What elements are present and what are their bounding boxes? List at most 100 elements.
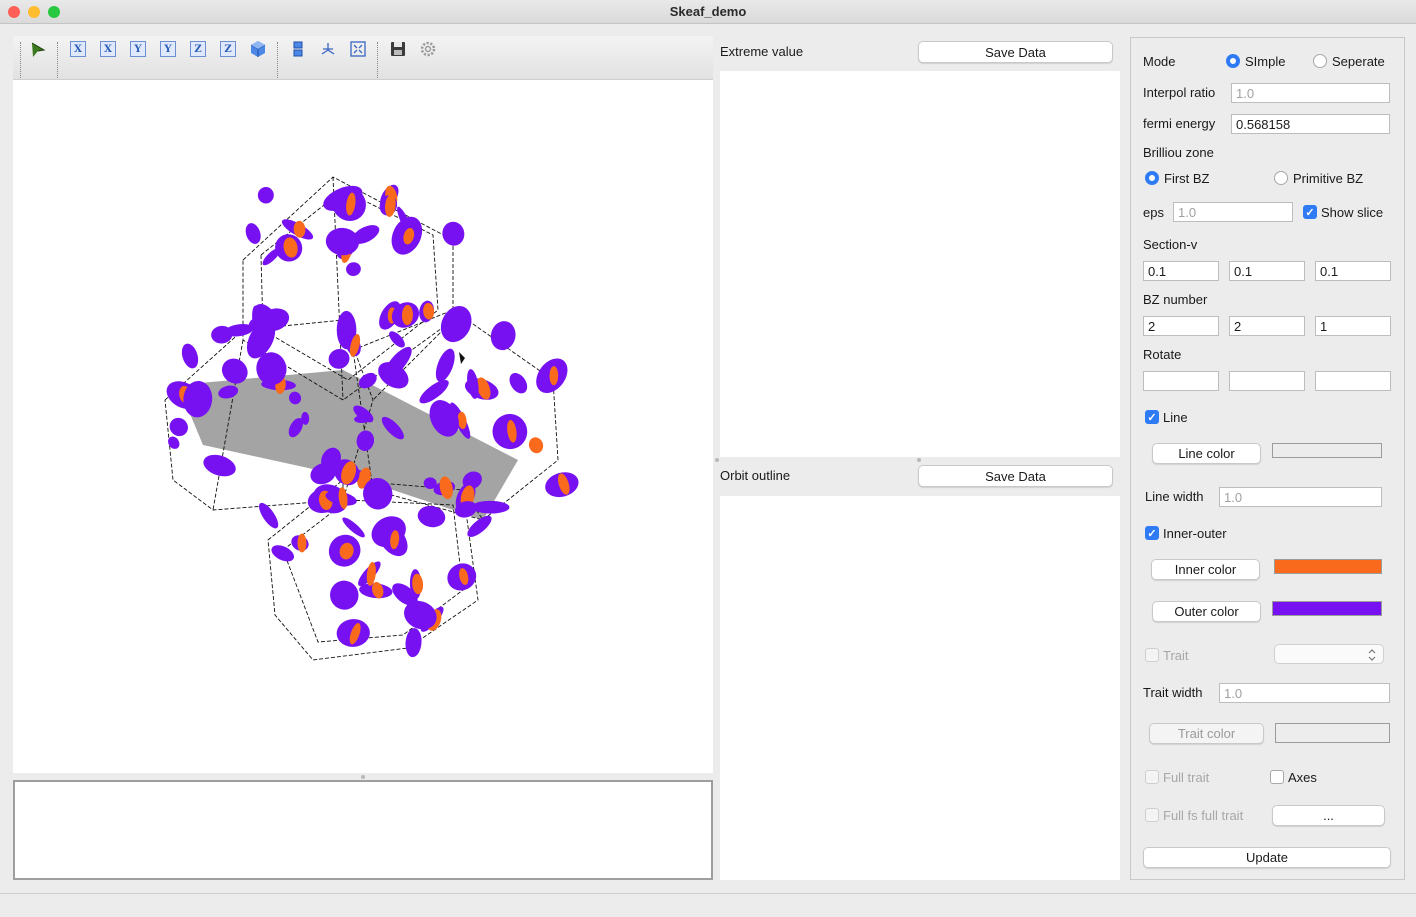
full-trait-checkbox[interactable]: [1145, 770, 1159, 784]
inner-outer-checkbox[interactable]: ✓: [1145, 526, 1159, 540]
toolbar-separator: [277, 42, 278, 78]
fermi-energy-input[interactable]: 0.568158: [1231, 114, 1390, 134]
axes-icon[interactable]: [318, 39, 338, 59]
full-fs-full-trait-label: Full fs full trait: [1163, 808, 1244, 823]
mouse-cursor-icon: [459, 352, 465, 364]
middle-splitter-handle[interactable]: [917, 458, 921, 462]
pointer-icon[interactable]: [28, 40, 48, 60]
view-x-pos-icon[interactable]: X: [100, 41, 116, 57]
trait-color-button[interactable]: Trait color: [1149, 723, 1264, 744]
section-v-z-input[interactable]: 0.1: [1315, 261, 1391, 281]
view-y-neg-icon[interactable]: Y: [130, 41, 146, 57]
axes-checkbox[interactable]: [1270, 770, 1284, 784]
outer-color-button[interactable]: Outer color: [1152, 601, 1261, 622]
line-label: Line: [1163, 410, 1188, 425]
output-console[interactable]: [13, 780, 713, 880]
fermi-energy-label: fermi energy: [1143, 116, 1216, 131]
bz-number-z-input[interactable]: 1: [1315, 316, 1391, 336]
section-v-y-input[interactable]: 0.1: [1229, 261, 1305, 281]
outer-pocket: [346, 262, 361, 276]
fit-view-icon[interactable]: [348, 39, 368, 59]
inner-pocket: [549, 366, 559, 386]
view-z-neg-icon[interactable]: Z: [190, 41, 206, 57]
trait-color-swatch: [1275, 723, 1390, 743]
fermi-surface-viewport[interactable]: [13, 80, 713, 773]
line-checkbox[interactable]: ✓: [1145, 410, 1159, 424]
extreme-save-data-button[interactable]: Save Data: [918, 41, 1113, 63]
view-y-pos-icon[interactable]: Y: [160, 41, 176, 57]
orbit-save-data-button[interactable]: Save Data: [918, 465, 1113, 487]
fermi-surface-render: [164, 176, 579, 661]
mode-seperate-label: Seperate: [1332, 54, 1385, 69]
full-trait-label: Full trait: [1163, 770, 1210, 785]
show-slice-checkbox[interactable]: ✓: [1303, 205, 1317, 219]
split-view-icon[interactable]: [288, 39, 308, 59]
inner-color-button[interactable]: Inner color: [1151, 559, 1260, 580]
outer-pocket: [259, 502, 279, 529]
trait-checkbox[interactable]: [1145, 648, 1159, 662]
eps-label: eps: [1143, 205, 1164, 220]
orbit-outline-panel[interactable]: [720, 496, 1120, 880]
line-width-input[interactable]: 1.0: [1219, 487, 1382, 507]
window-title: Skeaf_demo: [669, 4, 747, 19]
full-fs-full-trait-checkbox[interactable]: [1145, 808, 1159, 822]
outer-color-swatch: [1272, 601, 1382, 616]
view-x-neg-icon[interactable]: X: [70, 41, 86, 57]
bz-number-x-input[interactable]: 2: [1143, 316, 1219, 336]
trait-select[interactable]: [1274, 644, 1384, 664]
show-slice-label: Show slice: [1321, 205, 1384, 220]
more-options-button[interactable]: ...: [1272, 805, 1385, 826]
interpol-ratio-label: Interpol ratio: [1143, 85, 1216, 100]
first-bz-radio[interactable]: [1145, 171, 1159, 185]
settings-icon[interactable]: [418, 39, 438, 59]
rotate-x-input[interactable]: [1143, 371, 1219, 391]
brillouin-zone-label: Brilliou zone: [1143, 145, 1214, 160]
mode-simple-radio[interactable]: [1226, 54, 1240, 68]
extreme-value-panel[interactable]: [720, 71, 1120, 457]
outer-pocket: [203, 454, 236, 477]
rotate-y-input[interactable]: [1229, 371, 1305, 391]
trait-width-label: Trait width: [1143, 685, 1203, 700]
rotate-label: Rotate: [1143, 347, 1182, 362]
iso-cube-icon[interactable]: [248, 39, 268, 59]
outer-pocket: [417, 505, 446, 528]
line-color-button[interactable]: Line color: [1152, 443, 1261, 464]
inner-pocket: [528, 437, 544, 454]
vertical-splitter-handle[interactable]: [715, 458, 719, 462]
save-icon[interactable]: [388, 39, 408, 59]
view-z-pos-icon[interactable]: Z: [220, 41, 236, 57]
trait-label: Trait: [1163, 648, 1189, 663]
primitive-bz-label: Primitive BZ: [1293, 171, 1364, 186]
outer-pocket: [440, 305, 472, 343]
section-v-x-input[interactable]: 0.1: [1143, 261, 1219, 281]
outer-pocket: [325, 227, 360, 256]
toolbar-handle: [20, 42, 21, 78]
toolbar-separator: [57, 42, 58, 78]
primitive-bz-radio[interactable]: [1274, 171, 1288, 185]
line-color-swatch: [1272, 443, 1382, 458]
inner-color-swatch: [1274, 559, 1382, 574]
toolbar-separator: [377, 42, 378, 78]
line-width-label: Line width: [1145, 489, 1204, 504]
chevron-updown-icon: [1368, 649, 1376, 661]
bz-number-label: BZ number: [1143, 292, 1208, 307]
mode-label: Mode: [1143, 54, 1176, 69]
mode-seperate-radio[interactable]: [1313, 54, 1327, 68]
first-bz-label: First BZ: [1164, 171, 1210, 186]
interpol-ratio-input[interactable]: 1.0: [1231, 83, 1390, 103]
trait-width-input[interactable]: 1.0: [1219, 683, 1390, 703]
rotate-z-input[interactable]: [1315, 371, 1391, 391]
outer-pocket: [490, 321, 516, 351]
viewport-splitter-handle[interactable]: [361, 775, 365, 779]
update-button[interactable]: Update: [1143, 847, 1391, 868]
outer-pocket: [509, 373, 528, 394]
outer-pocket: [389, 331, 405, 348]
axes-label: Axes: [1288, 770, 1317, 785]
eps-input[interactable]: 1.0: [1173, 202, 1293, 222]
bz-number-y-input[interactable]: 2: [1229, 316, 1305, 336]
extreme-value-label: Extreme value: [720, 44, 804, 59]
outer-pocket: [257, 187, 274, 204]
outer-pocket: [330, 580, 359, 610]
inner-outer-label: Inner-outer: [1163, 526, 1227, 541]
outer-pocket: [442, 221, 465, 246]
